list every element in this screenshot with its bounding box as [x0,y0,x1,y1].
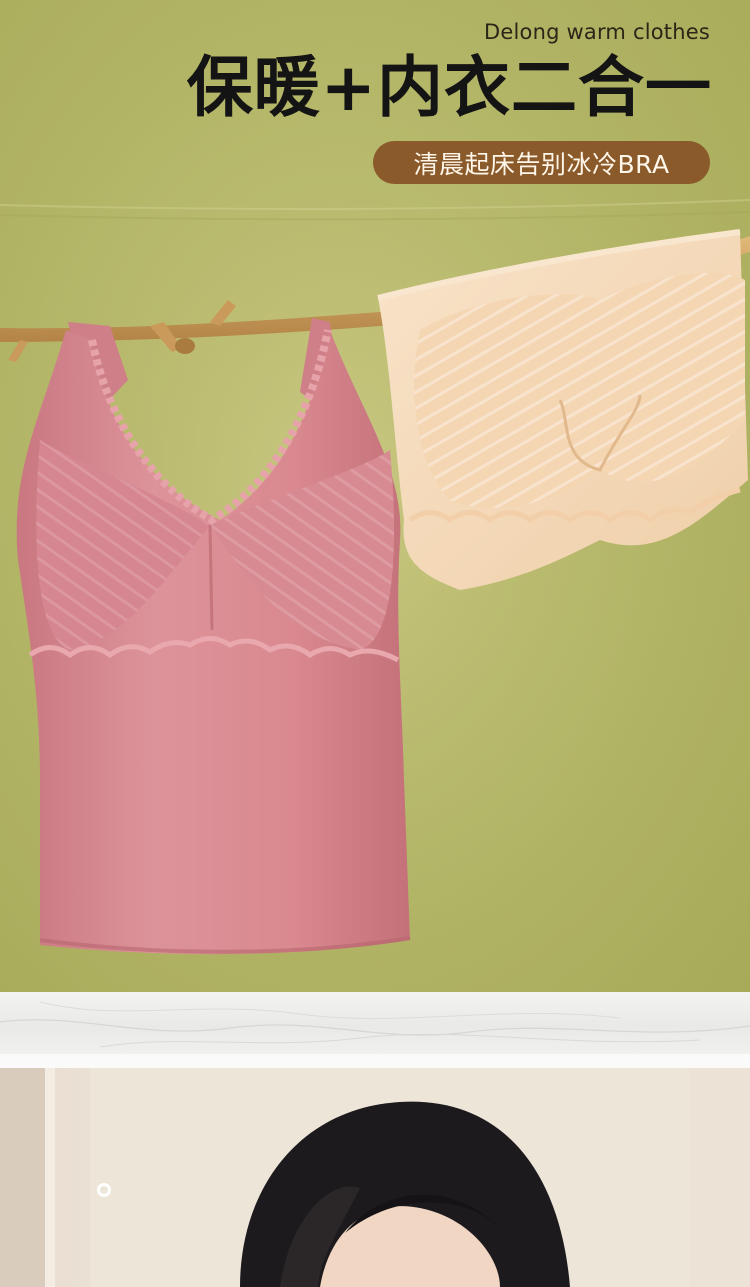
section-gap [0,1054,750,1068]
hero-banner: Delong warm clothes 保暖+内衣二合一 清晨起床告别冰冷BRA [0,0,750,992]
ring-icon [97,1183,111,1197]
marble-texture [0,1001,750,1048]
product-detail-page: Delong warm clothes 保暖+内衣二合一 清晨起床告别冰冷BRA [0,0,750,1287]
tagline-text: 清晨起床告别冰冷BRA [413,149,670,179]
headline-title: 保暖+内衣二合一 [186,49,712,126]
brand-english-name: Delong warm clothes [484,20,710,44]
tagline-badge: 清晨起床告别冰冷BRA [373,141,710,184]
model-photo [0,1068,690,1287]
marble-divider [0,992,750,1054]
model-photo-section [0,1068,750,1287]
